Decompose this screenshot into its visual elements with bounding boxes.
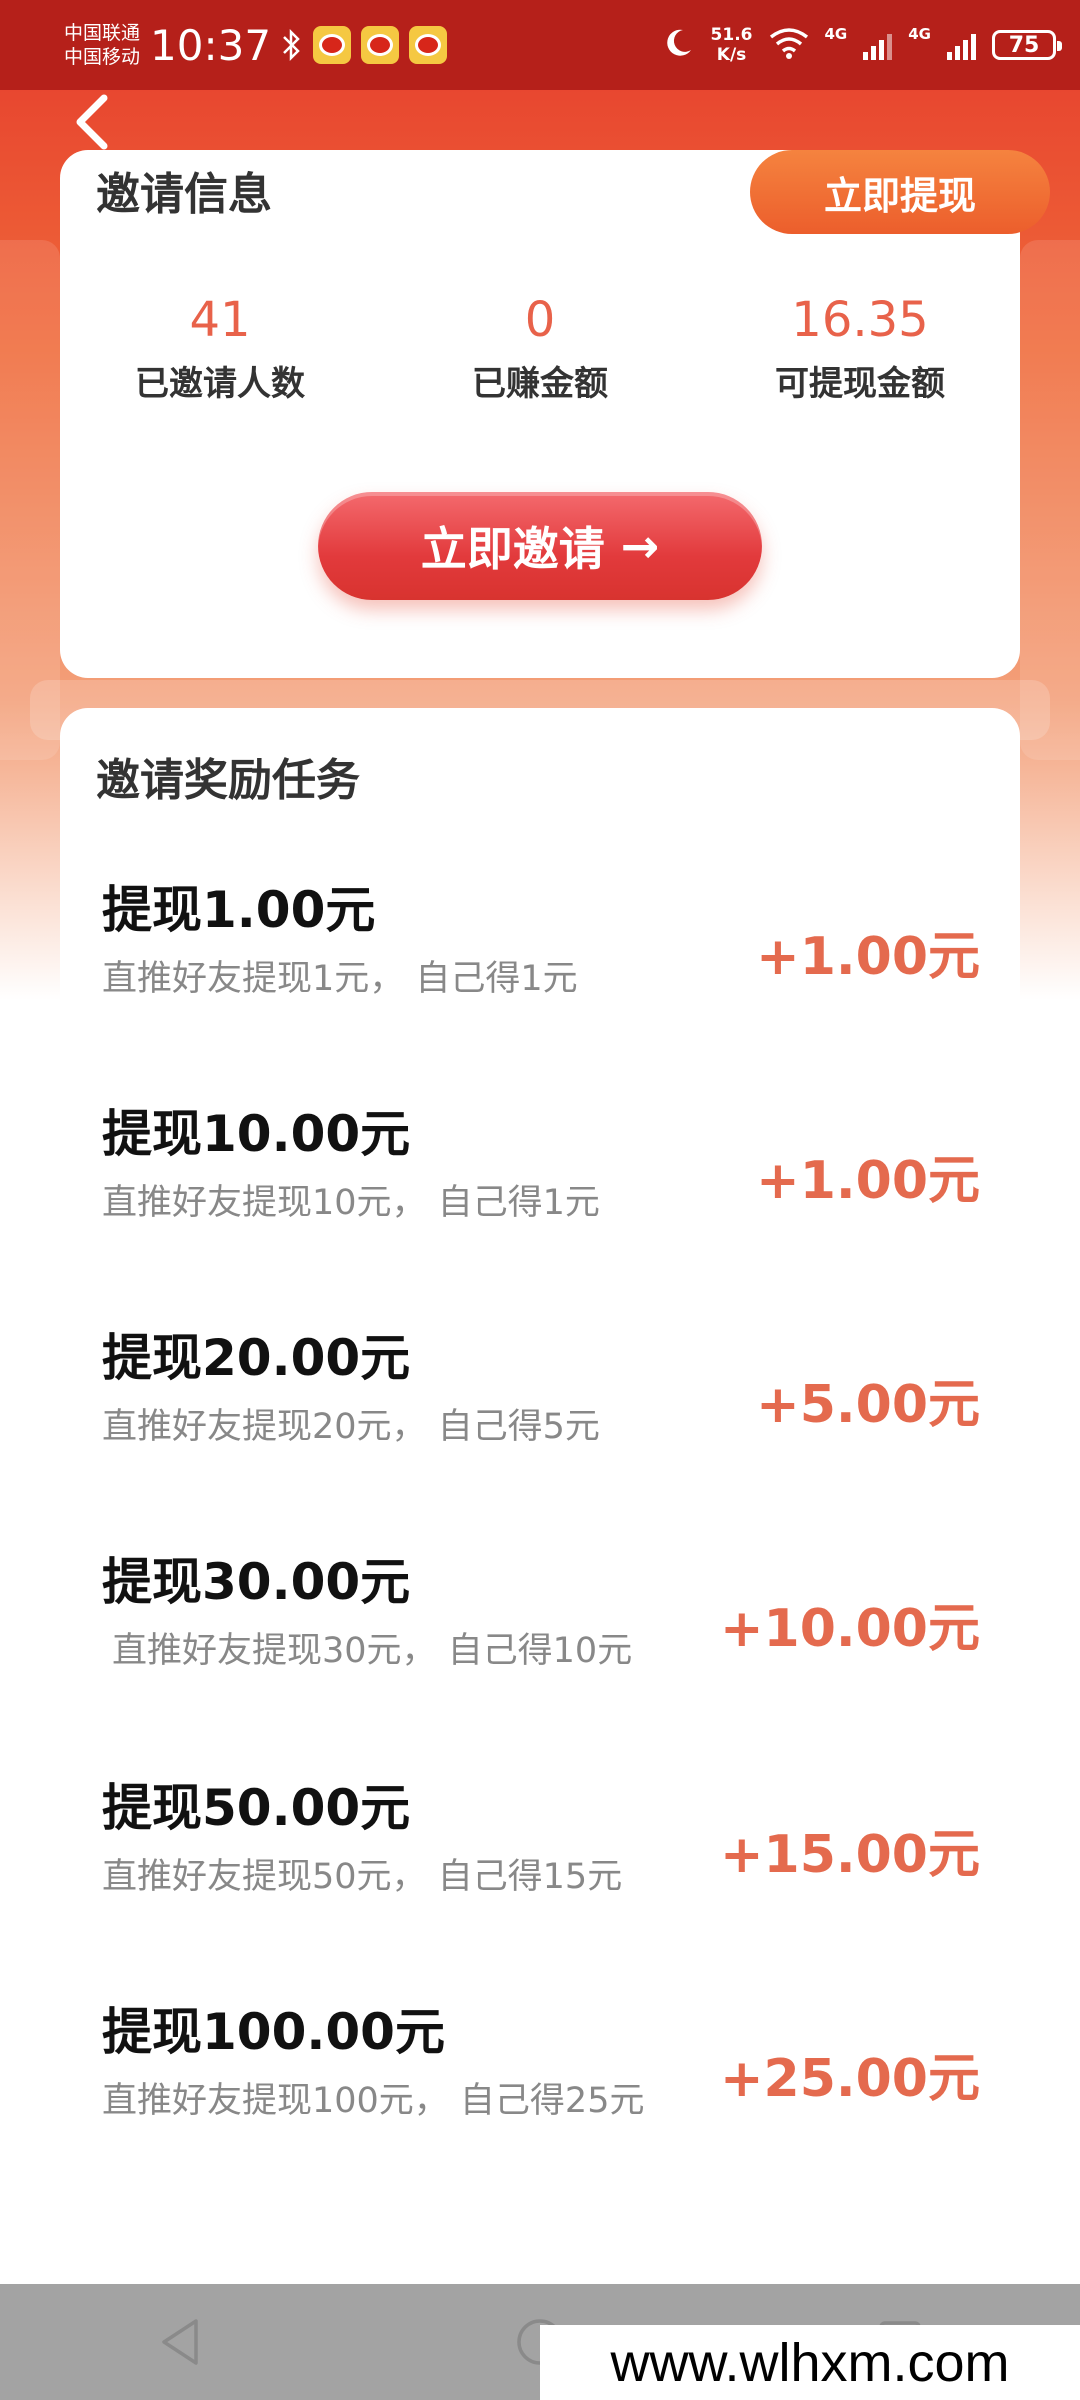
- clock: 10:37: [150, 20, 272, 70]
- task-item: 提现1.00元 直推好友提现1元， 自己得1元 +1.00元: [102, 870, 980, 1070]
- wifi-icon: [769, 27, 809, 63]
- stat-label: 已邀请人数: [135, 364, 305, 404]
- task-desc: 直推好友提现1元， 自己得1元: [102, 959, 578, 999]
- invite-info-card: 邀请信息 立即提现 41 已邀请人数 0 已赚金额 16.35 可提现金额 立即…: [60, 150, 1050, 678]
- task-reward: +1.00元: [756, 927, 980, 987]
- task-title: 提现100.00元: [102, 2003, 445, 2061]
- carrier-1: 中国联通: [64, 22, 141, 44]
- triangle-back-icon: [162, 2319, 198, 2365]
- task-title: 提现50.00元: [102, 1779, 411, 1837]
- moon-icon: [661, 26, 695, 64]
- status-bar: 中国联通 中国移动 10:37 51.6 K/s 4G 4G 75: [0, 0, 1080, 90]
- task-desc: 直推好友提现20元， 自己得5元: [102, 1407, 600, 1447]
- task-title: 提现1.00元: [102, 881, 376, 939]
- back-button[interactable]: [62, 92, 122, 152]
- stats-row: 41 已邀请人数 0 已赚金额 16.35 可提现金额: [60, 290, 1020, 405]
- stat-label: 可提现金额: [775, 364, 945, 404]
- net-speed: 51.6 K/s: [710, 25, 753, 65]
- net-type-2: 4G: [908, 25, 931, 43]
- weibo-icon: [313, 26, 352, 64]
- arrow-right-icon: →: [620, 519, 660, 573]
- stat-withdrawable-amount: 16.35 可提现金额: [700, 290, 1020, 405]
- invite-now-button[interactable]: 立即邀请 →: [318, 492, 762, 600]
- stat-earned-amount: 0 已赚金额: [380, 290, 700, 405]
- signal-icon: [947, 30, 976, 60]
- task-desc: 直推好友提现100元， 自己得25元: [102, 2081, 645, 2121]
- withdraw-now-button[interactable]: 立即提现: [750, 150, 1050, 234]
- task-desc: 直推好友提现10元， 自己得1元: [102, 1183, 600, 1223]
- carrier-info: 中国联通 中国移动: [64, 21, 140, 69]
- nav-back-button[interactable]: [145, 2307, 215, 2377]
- task-title: 提现10.00元: [102, 1105, 411, 1163]
- task-reward: +5.00元: [756, 1375, 980, 1435]
- task-item: 提现100.00元 直推好友提现100元， 自己得25元 +25.00元: [102, 1992, 980, 2192]
- invite-reward-tasks-card: 邀请奖励任务 提现1.00元 直推好友提现1元， 自己得1元 +1.00元 提现…: [60, 708, 1020, 2258]
- task-desc: 直推好友提现30元， 自己得10元: [112, 1631, 633, 1671]
- invite-button-label: 立即邀请: [420, 522, 605, 576]
- task-desc: 直推好友提现50元， 自己得15元: [102, 1857, 623, 1897]
- bluetooth-icon: [281, 28, 303, 62]
- task-item: 提现20.00元 直推好友提现20元， 自己得5元 +5.00元: [102, 1318, 980, 1518]
- stat-value: 0: [524, 292, 556, 348]
- task-item: 提现30.00元 直推好友提现30元， 自己得10元 +10.00元: [102, 1542, 980, 1742]
- task-reward: +25.00元: [719, 2049, 980, 2109]
- task-item: 提现50.00元 直推好友提现50元， 自己得15元 +15.00元: [102, 1768, 980, 1968]
- task-item: 提现10.00元 直推好友提现10元， 自己得1元 +1.00元: [102, 1094, 980, 1294]
- stat-label: 已赚金额: [472, 364, 608, 404]
- weibo-icon: [409, 26, 448, 64]
- weibo-icon: [361, 26, 400, 64]
- battery-icon: 75: [992, 30, 1062, 60]
- signal-icon: [863, 30, 893, 60]
- net-type-1: 4G: [824, 25, 848, 43]
- watermark: www.wlhxm.com: [540, 2325, 1080, 2400]
- task-reward: +15.00元: [719, 1825, 980, 1885]
- card-title: 邀请信息: [96, 169, 272, 220]
- carrier-2: 中国移动: [64, 46, 141, 68]
- task-reward: +10.00元: [719, 1599, 980, 1659]
- stat-invited-count: 41 已邀请人数: [60, 290, 380, 405]
- chevron-left-icon: [76, 94, 108, 150]
- stat-value: 16.35: [791, 292, 929, 348]
- task-reward: +1.00元: [756, 1151, 980, 1211]
- task-title: 提现30.00元: [102, 1553, 411, 1611]
- task-title: 提现20.00元: [102, 1329, 411, 1387]
- stat-value: 41: [189, 292, 251, 348]
- card-title: 邀请奖励任务: [96, 755, 360, 806]
